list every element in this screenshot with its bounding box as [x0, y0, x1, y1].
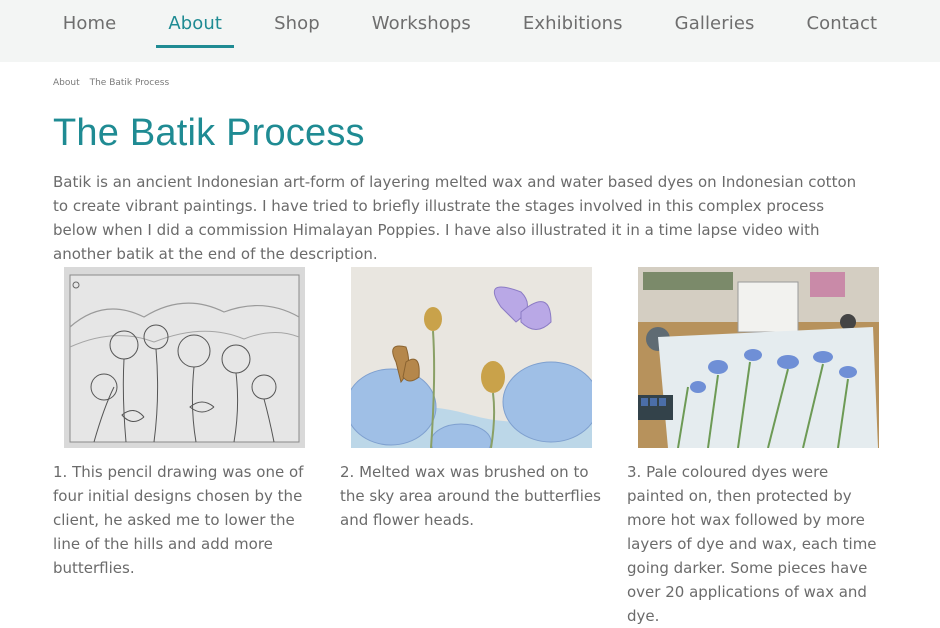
melted-wax-image[interactable] — [351, 267, 592, 448]
page-title: The Batik Process — [53, 112, 365, 154]
nav-shop[interactable]: Shop — [262, 0, 332, 46]
breadcrumb-current: The Batik Process — [89, 78, 170, 88]
nav-home[interactable]: Home — [51, 0, 129, 46]
breadcrumb-about-link[interactable]: About — [53, 78, 80, 88]
nav-exhibitions[interactable]: Exhibitions — [511, 0, 635, 46]
studio-dye-illustration — [638, 267, 879, 448]
step-2-caption: 2. Melted wax was brushed on to the sky … — [340, 463, 601, 529]
nav-galleries[interactable]: Galleries — [663, 0, 767, 46]
nav-about[interactable]: About — [156, 0, 234, 48]
nav-workshops[interactable]: Workshops — [360, 0, 483, 46]
wax-poppies-illustration — [351, 267, 592, 448]
nav-contact[interactable]: Contact — [794, 0, 889, 46]
process-step-2: 2. Melted wax was brushed on to the sky … — [340, 267, 602, 532]
intro-paragraph: Batik is an ancient Indonesian art-form … — [53, 173, 857, 263]
top-navigation: Home About Shop Workshops Exhibitions Ga… — [0, 0, 940, 62]
pencil-drawing-image[interactable] — [64, 267, 305, 448]
nav-menu: Home About Shop Workshops Exhibitions Ga… — [0, 0, 940, 62]
dye-painting-image[interactable] — [638, 267, 879, 448]
breadcrumb: About The Batik Process — [53, 78, 169, 88]
process-step-1: 1. This pencil drawing was one of four i… — [53, 267, 315, 580]
step-3-caption: 3. Pale coloured dyes were painted on, t… — [627, 463, 877, 625]
pencil-sketch-illustration — [64, 267, 305, 448]
process-step-3: 3. Pale coloured dyes were painted on, t… — [627, 267, 889, 628]
step-1-caption: 1. This pencil drawing was one of four i… — [53, 463, 304, 577]
